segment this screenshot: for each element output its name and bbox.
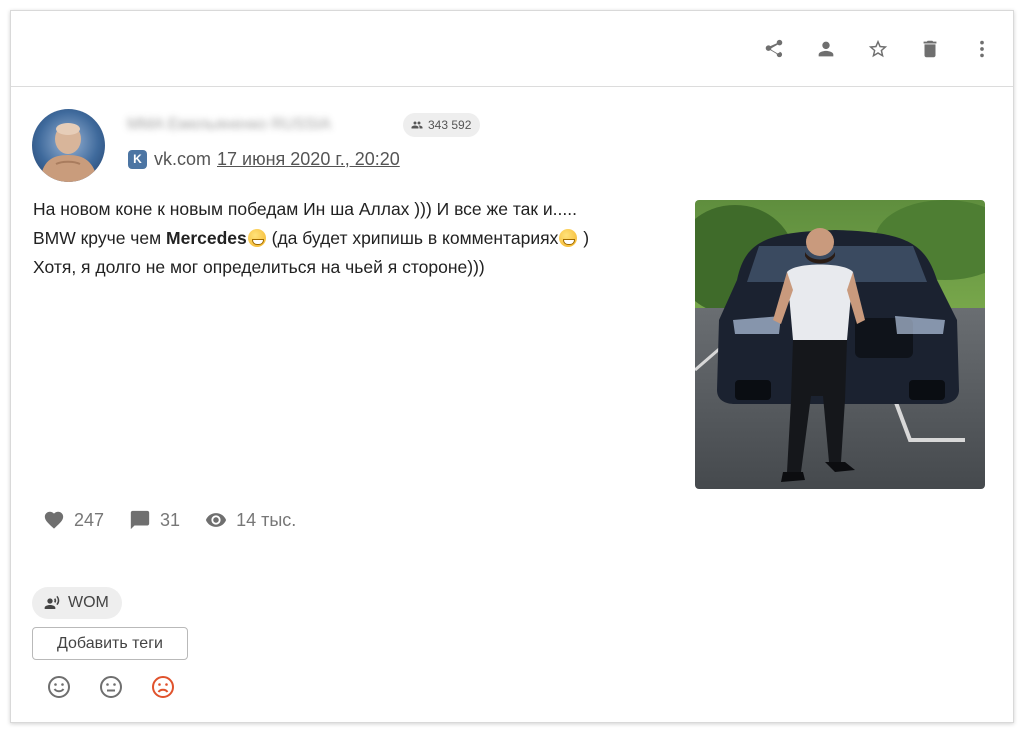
laugh-emoji-icon — [559, 229, 578, 247]
sad-face-icon — [152, 676, 174, 698]
delete-button[interactable] — [917, 36, 943, 62]
neutral-face-icon — [100, 676, 122, 698]
likes-count: 247 — [74, 509, 105, 530]
post-stats: 247 31 14 тыс. — [43, 507, 321, 533]
grin-emoji-icon — [247, 229, 266, 247]
vk-logo-icon: K — [128, 149, 147, 169]
trash-icon — [923, 40, 937, 58]
comment-icon — [130, 510, 150, 530]
post-text: На новом коне к новым победам Ин ша Алла… — [33, 195, 693, 282]
card-toolbar — [11, 11, 1013, 87]
add-tags-button[interactable]: Добавить теги — [32, 627, 188, 660]
author-name[interactable]: MMA Емельяненко RUSSIA — [127, 116, 331, 134]
likes-stat: 247 — [43, 509, 104, 531]
post-photo[interactable] — [695, 200, 985, 489]
person-icon — [818, 41, 834, 57]
views-stat: 14 тыс. — [205, 509, 296, 531]
voice-icon — [44, 595, 60, 609]
share-icon — [765, 39, 783, 58]
followers-count: 343 592 — [428, 118, 472, 132]
share-button[interactable] — [761, 36, 787, 62]
tag-chip-wom[interactable]: WOM — [32, 587, 122, 619]
post-date-link[interactable]: 17 июня 2020 г., 20:20 — [217, 149, 400, 170]
heart-icon — [44, 511, 64, 529]
post-text-part: ) — [578, 228, 590, 248]
post-card: MMA Емельяненко RUSSIA 343 592 K vk.com … — [10, 10, 1014, 723]
post-photo-image — [695, 200, 985, 489]
post-text-line-3: Хотя, я долго не мог определиться на чье… — [33, 257, 485, 277]
sentiment-positive-button[interactable] — [46, 674, 72, 700]
brand-highlight: Mercedes — [166, 228, 247, 248]
post-text-line-1: На новом коне к новым победам Ин ша Алла… — [33, 199, 577, 219]
more-vertical-icon — [980, 40, 984, 58]
source-site: vk.com — [154, 148, 212, 169]
post-text-line-2: BMW круче чем Mercedes (да будет хрипишь… — [33, 224, 693, 253]
smile-icon — [48, 676, 70, 698]
post-text-part: BMW круче чем — [33, 228, 167, 248]
sentiment-neutral-button[interactable] — [98, 674, 124, 700]
star-outline-icon — [868, 39, 888, 58]
source-row: K vk.com 17 июня 2020 г., 20:20 — [128, 147, 400, 171]
more-button[interactable] — [969, 36, 995, 62]
followers-badge: 343 592 — [403, 113, 481, 137]
comments-stat: 31 — [129, 509, 180, 531]
comments-count: 31 — [160, 509, 181, 530]
eye-icon — [205, 513, 227, 527]
people-icon — [411, 121, 423, 129]
post-text-part: (да будет хрипишь в комментариях — [266, 228, 559, 248]
author-avatar[interactable] — [32, 109, 105, 182]
person-button[interactable] — [813, 36, 839, 62]
favorite-button[interactable] — [865, 36, 891, 62]
avatar-image — [40, 123, 98, 182]
tag-chip-label: WOM — [68, 594, 109, 611]
sentiment-negative-button[interactable] — [150, 674, 176, 700]
views-count: 14 тыс. — [236, 509, 297, 530]
